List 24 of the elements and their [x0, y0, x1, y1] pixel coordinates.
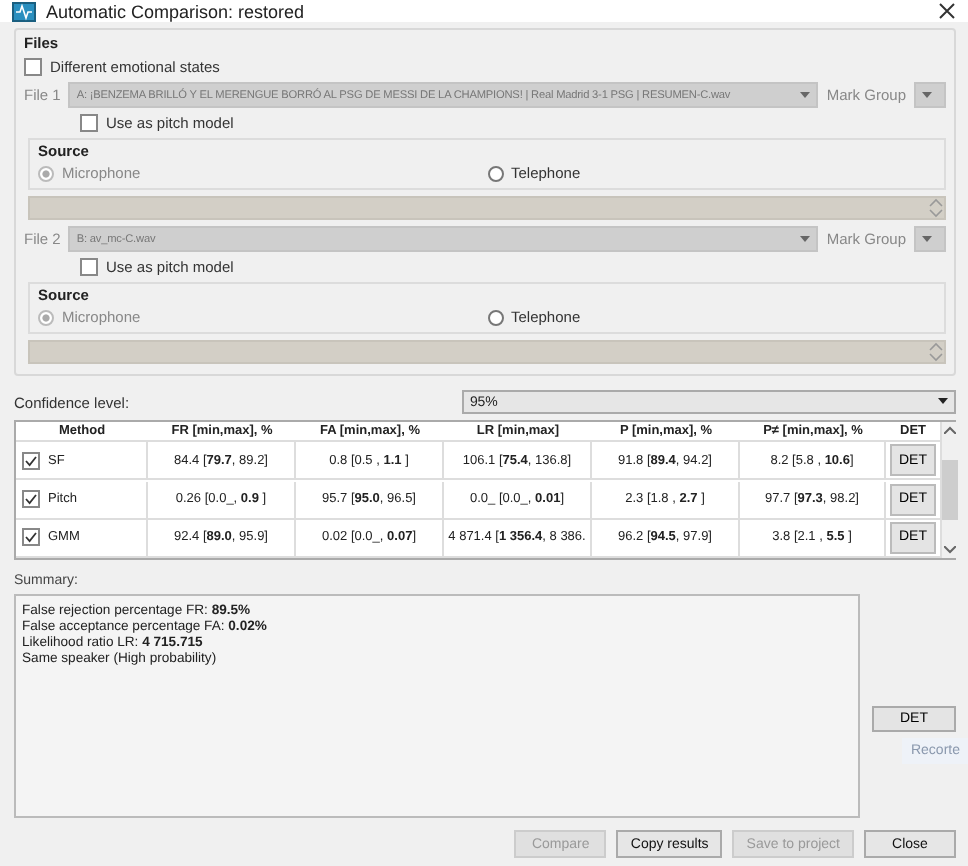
radio-button[interactable]: [38, 309, 54, 325]
checkbox[interactable]: [24, 58, 42, 76]
radio-button[interactable]: [487, 165, 503, 181]
dropdown-arrow-icon: [938, 398, 948, 406]
scroll-up-icon[interactable]: [944, 426, 956, 434]
checkbox[interactable]: [22, 528, 40, 547]
dropdown-arrow-icon: [800, 91, 811, 99]
mark-group-dropdown[interactable]: [914, 82, 946, 108]
scrollbar[interactable]: [940, 422, 958, 558]
mark-group-dropdown[interactable]: [914, 226, 946, 252]
window-title: Automatic Comparison: restored: [46, 1, 307, 21]
checkbox[interactable]: [80, 114, 98, 132]
close-icon[interactable]: [938, 2, 956, 20]
dropdown-arrow-icon: [800, 235, 811, 243]
checkbox[interactable]: [22, 451, 40, 470]
scroll-arrows-icon: [928, 342, 944, 362]
scroll-arrows-icon: [928, 198, 944, 218]
scroll-down-icon[interactable]: [944, 546, 956, 554]
radio-button[interactable]: [38, 165, 54, 181]
radio-button[interactable]: [487, 309, 503, 325]
checkbox[interactable]: [22, 490, 40, 508]
dropdown-arrow-icon: [922, 91, 932, 99]
checkbox[interactable]: [80, 258, 98, 276]
dropdown-arrow-icon: [922, 235, 932, 243]
